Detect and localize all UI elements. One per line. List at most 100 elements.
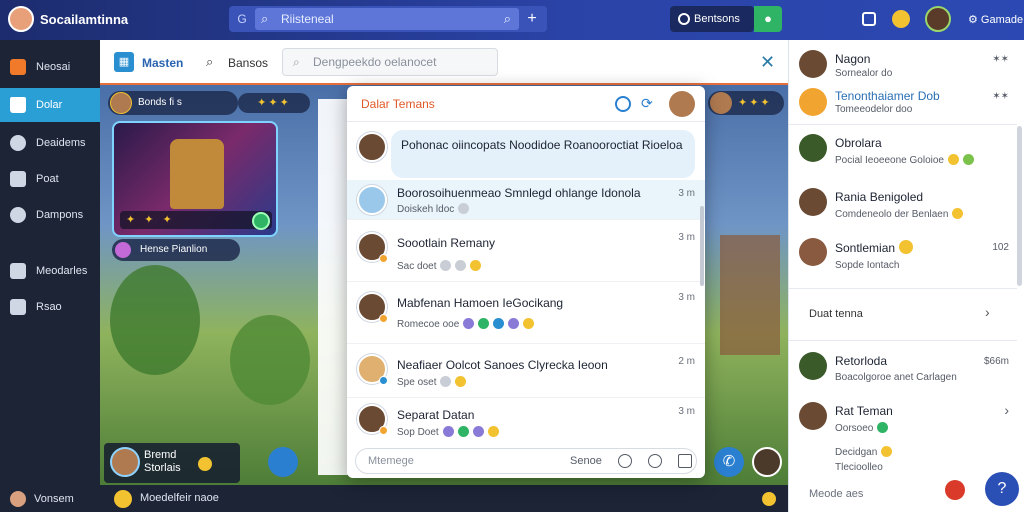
character-card[interactable]: ✦ ✦ ✦ bbox=[112, 121, 278, 237]
contact-status: Tomeeodelor doo bbox=[835, 104, 913, 115]
contact-status: Tlecioolleo bbox=[835, 462, 883, 473]
tab-active[interactable]: Masten bbox=[142, 56, 183, 70]
friend-status: Sac doet bbox=[397, 260, 482, 272]
friend-time: 2 m bbox=[678, 356, 695, 367]
sidebar-item-3[interactable]: Poat bbox=[0, 162, 100, 196]
status-avatar bbox=[114, 490, 132, 508]
player-tag[interactable]: Bonds fi s bbox=[108, 91, 238, 115]
global-search-input[interactable]: ⌕ Riisteneal ⌕ bbox=[255, 8, 519, 30]
house bbox=[720, 235, 780, 355]
contact-avatar bbox=[799, 50, 827, 78]
sidebar-item-2[interactable]: Deaidems bbox=[0, 126, 100, 160]
send-icon[interactable] bbox=[678, 454, 692, 468]
section-label[interactable]: Duat tenna bbox=[809, 308, 863, 320]
contact-row[interactable]: Rat Teman Oorsoeo › bbox=[789, 398, 1024, 434]
friend-row[interactable]: Neafiaer Oolcot Sanoes Clyrecka Ieoon Sp… bbox=[347, 344, 705, 398]
friend-row[interactable]: Mabfenan Hamoen IeGocikang Romecoe ooe 3… bbox=[347, 282, 705, 344]
send-button[interactable]: Senoe bbox=[570, 449, 602, 473]
sidebar-item-0[interactable]: Neosai bbox=[0, 50, 100, 84]
main-search-input[interactable]: ⌕ Dengpeekdo oelanocet bbox=[282, 48, 498, 76]
emoji-icon bbox=[455, 376, 467, 387]
contact-row[interactable]: Rania Benigoled Comdeneolo der Benlaen bbox=[789, 184, 1024, 228]
popup-scrollbar[interactable] bbox=[700, 206, 704, 286]
sidebar-item-4[interactable]: Dampons bbox=[0, 198, 100, 232]
attach-icon[interactable] bbox=[648, 454, 662, 468]
user-menu[interactable]: ⚙ Gamade bbox=[968, 13, 1023, 26]
status-dot bbox=[379, 254, 388, 263]
friend-row[interactable]: Soootlain Remany Sac doet 3 m bbox=[347, 220, 705, 282]
emoji-picker-icon[interactable] bbox=[618, 454, 632, 468]
player-box-line2: Storlais bbox=[144, 462, 181, 474]
status-dot bbox=[379, 426, 388, 435]
contact-row[interactable]: Retorloda Boacolgoroe anet Carlagen $66m bbox=[789, 348, 1024, 392]
friend-time: 3 m bbox=[678, 292, 695, 303]
contact-row[interactable]: Obrolara Pocial Ieoeeone Goloioe bbox=[789, 130, 1024, 176]
coin-icon bbox=[762, 492, 776, 506]
search-icon: ⌕ bbox=[206, 54, 214, 69]
friend-avatar bbox=[357, 185, 387, 215]
player-avatar bbox=[710, 92, 732, 114]
message-bubble: Pohonac oiincopats Noodidoe Roanooroctia… bbox=[391, 130, 695, 178]
message-compose-input[interactable]: Mtemege Senoe bbox=[355, 448, 697, 474]
friend-time: 3 m bbox=[678, 406, 695, 417]
target-icon[interactable] bbox=[615, 96, 631, 112]
divider bbox=[789, 288, 1017, 289]
refresh-icon[interactable]: ⟳ bbox=[641, 95, 653, 112]
contact-avatar bbox=[799, 88, 827, 116]
list-icon bbox=[10, 263, 26, 279]
player-box[interactable]: Bremd Storlais bbox=[104, 443, 240, 483]
notification-icon[interactable] bbox=[892, 10, 910, 28]
character-pill[interactable]: Hense Pianlion bbox=[112, 239, 240, 261]
chevron-right-icon[interactable]: › bbox=[985, 304, 990, 320]
coin-icon bbox=[198, 457, 212, 471]
record-button[interactable] bbox=[945, 480, 965, 500]
popup-avatar[interactable] bbox=[669, 91, 695, 117]
add-button[interactable]: + bbox=[521, 6, 543, 32]
pill-label: Hense Pianlion bbox=[140, 244, 208, 255]
profile-button[interactable] bbox=[752, 447, 782, 477]
tab-search[interactable]: Bansos bbox=[228, 56, 268, 70]
contact-name: Rat Teman bbox=[835, 404, 893, 418]
share-button[interactable] bbox=[268, 447, 298, 477]
search-prefix[interactable]: G bbox=[229, 6, 255, 32]
emoji-icon bbox=[899, 240, 914, 254]
contact-meta: 102 bbox=[992, 242, 1009, 253]
contact-row[interactable]: Sontlemian Sopde Iontach 102 bbox=[789, 234, 1024, 278]
character-stats: ✦ ✦ ✦ bbox=[120, 211, 272, 229]
confirm-icon[interactable] bbox=[252, 212, 270, 230]
mode-button[interactable]: Bentsons bbox=[670, 6, 754, 32]
chart-icon bbox=[10, 135, 26, 151]
chevron-right-icon[interactable]: › bbox=[1004, 402, 1009, 418]
sidebar-item-label: Meodarles bbox=[36, 265, 88, 277]
player-avatar bbox=[110, 447, 140, 477]
sidebar-item-6[interactable]: Rsao bbox=[0, 290, 100, 324]
search-submit-icon[interactable]: ⌕ bbox=[504, 8, 511, 30]
friend-status: Spe oset bbox=[397, 376, 467, 388]
sidebar-item-label: Poat bbox=[36, 173, 59, 185]
emoji-icon bbox=[877, 422, 889, 433]
friend-status: Doiskeh ldoc bbox=[397, 203, 470, 215]
app-logo bbox=[8, 6, 34, 32]
user-avatar[interactable] bbox=[925, 6, 951, 32]
contact-row[interactable]: Tenonthaiamer Dob Tomeeodelor doo ✶✶ bbox=[789, 86, 1024, 122]
sidebar-footer[interactable]: Vonsem bbox=[0, 486, 100, 512]
friend-row[interactable]: Boorosoihuenmeao Smnlegd ohlange Idonola… bbox=[347, 180, 705, 220]
friend-row[interactable]: Separat Datan Sop Doet 3 m bbox=[347, 398, 705, 446]
right-scrollbar[interactable] bbox=[1017, 126, 1022, 286]
contact-row[interactable]: Decidgan Tlecioolleo bbox=[789, 442, 1024, 478]
right-player-tag[interactable]: ✦✦✦ bbox=[708, 91, 784, 115]
contact-meta: ✶✶ bbox=[992, 54, 1009, 65]
close-button[interactable]: ✕ bbox=[760, 52, 775, 73]
contact-row[interactable]: Nagon Sornealor do ✶✶ bbox=[789, 46, 1024, 90]
help-button[interactable]: ? bbox=[985, 472, 1019, 506]
sidebar-item-1[interactable]: Dolar bbox=[0, 88, 100, 122]
calendar-icon[interactable] bbox=[862, 12, 876, 26]
status-toggle-button[interactable]: ● bbox=[754, 6, 782, 32]
emoji-icon bbox=[472, 426, 484, 437]
friend-name: Boorosoihuenmeao Smnlegd ohlange Idonola bbox=[397, 186, 641, 200]
sidebar-item-label: Neosai bbox=[36, 61, 71, 73]
divider bbox=[789, 124, 1017, 125]
contact-avatar bbox=[799, 238, 827, 266]
sidebar-item-5[interactable]: Meodarles bbox=[0, 254, 100, 288]
call-button[interactable]: ✆ bbox=[714, 447, 744, 477]
